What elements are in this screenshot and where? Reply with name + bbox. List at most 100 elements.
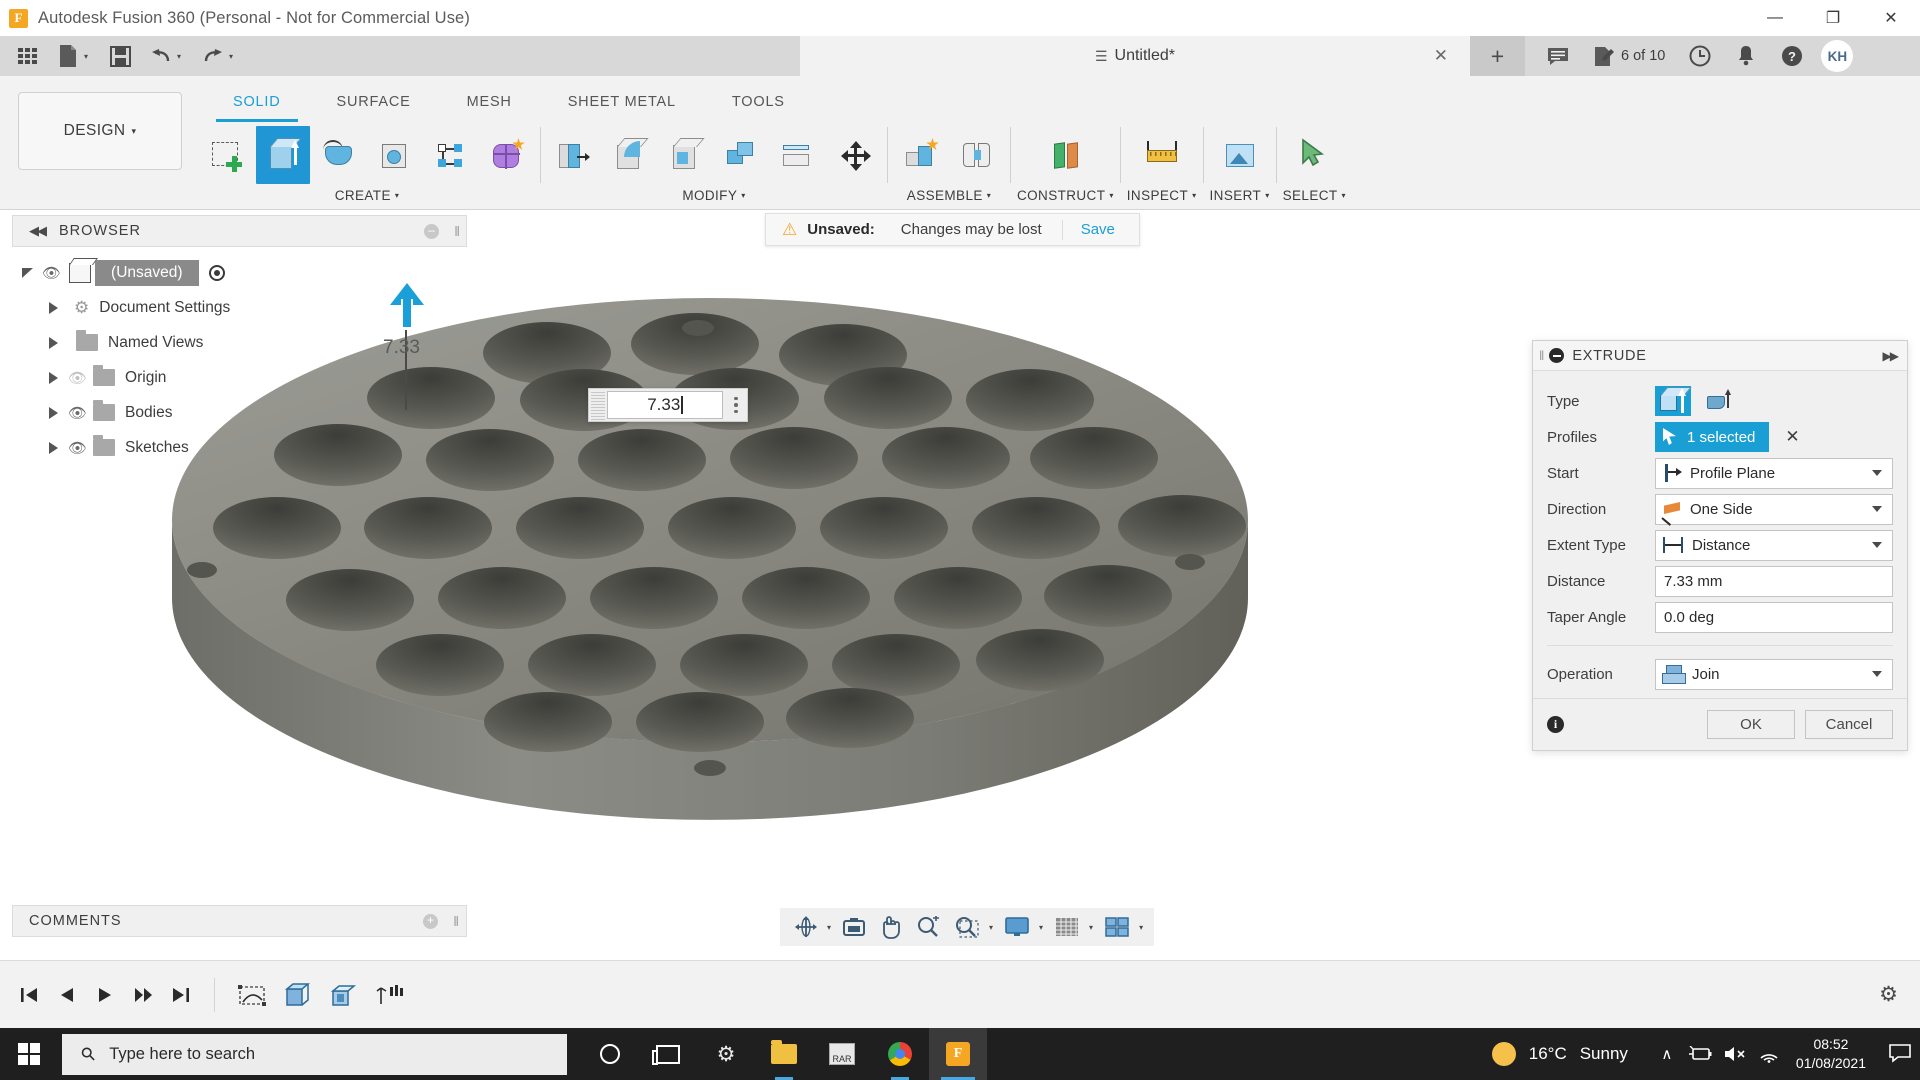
- chevron-down-icon[interactable]: ▾: [1192, 191, 1196, 200]
- construct-plane-icon[interactable]: [1038, 126, 1092, 184]
- fillet-icon[interactable]: [603, 126, 657, 184]
- display-settings-icon[interactable]: [998, 911, 1036, 943]
- chevron-down-icon[interactable]: [1872, 470, 1882, 476]
- create-form-icon[interactable]: [480, 126, 534, 184]
- timeline-feature-sketch[interactable]: [229, 973, 275, 1017]
- combine-icon[interactable]: [715, 126, 769, 184]
- taskbar-search-box[interactable]: ⚲ Type here to search: [62, 1033, 567, 1075]
- history-clock-icon[interactable]: [1677, 36, 1723, 76]
- visibility-eye-icon[interactable]: 👁: [68, 404, 87, 422]
- winrar-icon[interactable]: RAR: [813, 1028, 871, 1080]
- measure-icon[interactable]: [1135, 126, 1189, 184]
- new-file-icon[interactable]: [49, 40, 87, 72]
- fusion360-taskbar-icon[interactable]: F: [929, 1028, 987, 1080]
- taper-angle-input[interactable]: 0.0 deg: [1655, 601, 1893, 633]
- viewports-icon[interactable]: [1098, 911, 1136, 943]
- help-icon[interactable]: ?: [1769, 36, 1815, 76]
- tab-sheet-metal[interactable]: SHEET METAL: [540, 94, 704, 116]
- dialog-grip-icon[interactable]: ‖: [1539, 348, 1545, 363]
- tray-chevron-up-icon[interactable]: ∧: [1650, 1045, 1684, 1063]
- expand-toggle-icon[interactable]: [38, 406, 68, 419]
- chevron-down-icon[interactable]: ▾: [395, 191, 399, 200]
- chevron-down-icon[interactable]: ▾: [1039, 923, 1043, 932]
- tree-item-document-settings[interactable]: ⚙ Document Settings: [12, 290, 467, 325]
- chevron-down-icon[interactable]: [1872, 506, 1882, 512]
- undo-caret-icon[interactable]: ▾: [177, 52, 191, 61]
- timeline-settings-icon[interactable]: ⚙: [1879, 982, 1898, 1007]
- timeline-feature-extrude[interactable]: [275, 973, 321, 1017]
- chevron-down-icon[interactable]: ▾: [989, 923, 993, 932]
- direction-dropdown[interactable]: One Side: [1655, 493, 1893, 526]
- orbit-icon[interactable]: [788, 911, 824, 943]
- insert-canvas-icon[interactable]: [1213, 126, 1267, 184]
- tab-surface[interactable]: SURFACE: [309, 94, 439, 116]
- file-explorer-icon[interactable]: [755, 1028, 813, 1080]
- value-field[interactable]: 7.33: [607, 391, 723, 419]
- tab-mesh[interactable]: MESH: [439, 94, 540, 116]
- tree-item-sketches[interactable]: 👁 Sketches: [12, 430, 467, 465]
- thin-extrude-icon[interactable]: [1701, 386, 1737, 416]
- chevron-down-icon[interactable]: [1872, 542, 1882, 548]
- visibility-eye-icon[interactable]: 👁: [68, 439, 87, 457]
- move-copy-icon[interactable]: [827, 126, 881, 184]
- undo-icon[interactable]: [142, 40, 180, 72]
- maximize-button[interactable]: ❐: [1804, 0, 1862, 36]
- pan-icon[interactable]: [874, 911, 908, 943]
- drag-grip[interactable]: [591, 390, 605, 420]
- select-tool-icon[interactable]: [1287, 126, 1341, 184]
- windows-start-icon[interactable]: [0, 1028, 58, 1080]
- user-avatar[interactable]: KH: [1821, 40, 1854, 72]
- zoom-window-icon[interactable]: [948, 911, 986, 943]
- expand-toggle-icon[interactable]: [38, 301, 68, 314]
- chevron-down-icon[interactable]: ▾: [1265, 191, 1269, 200]
- expand-toggle-icon[interactable]: [38, 371, 68, 384]
- weather-widget[interactable]: 16°C Sunny: [1491, 1042, 1628, 1066]
- tree-item-origin[interactable]: 👁 Origin: [12, 360, 467, 395]
- app-grid-icon[interactable]: [8, 40, 46, 72]
- expand-toggle-icon[interactable]: [12, 267, 42, 278]
- chrome-icon[interactable]: [871, 1028, 929, 1080]
- tab-solid[interactable]: SOLID: [205, 94, 309, 116]
- start-dropdown[interactable]: Profile Plane: [1655, 457, 1893, 489]
- expand-toggle-icon[interactable]: [38, 441, 68, 454]
- tab-tools[interactable]: TOOLS: [704, 94, 813, 116]
- cancel-button[interactable]: Cancel: [1805, 710, 1893, 739]
- jump-start-icon[interactable]: [10, 973, 48, 1017]
- settings-icon[interactable]: ⚙: [697, 1028, 755, 1080]
- clear-selection-icon[interactable]: ✕: [1785, 427, 1799, 447]
- browser-minimize-icon[interactable]: –: [424, 223, 439, 239]
- chevron-down-icon[interactable]: ▾: [827, 923, 831, 932]
- grid-snap-icon[interactable]: [1048, 911, 1086, 943]
- step-forward-icon[interactable]: [124, 973, 162, 1017]
- comments-expand-icon[interactable]: +: [423, 913, 438, 929]
- document-tab[interactable]: ☰ Untitled* ✕: [800, 36, 1470, 76]
- step-back-icon[interactable]: [48, 973, 86, 1017]
- ok-button[interactable]: OK: [1707, 710, 1795, 739]
- collapse-icon[interactable]: ◀◀: [29, 223, 47, 239]
- notification-bell-icon[interactable]: [1723, 36, 1769, 76]
- chevron-down-icon[interactable]: ▾: [1342, 191, 1346, 200]
- battery-icon[interactable]: [1684, 1046, 1718, 1062]
- extrude-dialog-header[interactable]: ‖ EXTRUDE ▶▶: [1533, 341, 1907, 371]
- new-component-icon[interactable]: [894, 126, 948, 184]
- chevron-down-icon[interactable]: ▾: [1089, 923, 1093, 932]
- create-sketch-icon[interactable]: [200, 126, 254, 184]
- press-pull-icon[interactable]: [547, 126, 601, 184]
- info-icon[interactable]: i: [1547, 716, 1564, 733]
- activate-component-radio[interactable]: [208, 264, 225, 281]
- browser-grip-icon[interactable]: ‖: [454, 223, 460, 239]
- extrude-value-input[interactable]: 7.33: [588, 388, 748, 422]
- jump-end-icon[interactable]: [162, 973, 200, 1017]
- revolve-icon[interactable]: [312, 126, 366, 184]
- network-wifi-icon[interactable]: [1752, 1045, 1786, 1063]
- comments-panel[interactable]: COMMENTS + ‖: [12, 905, 467, 937]
- volume-muted-icon[interactable]: [1718, 1045, 1752, 1063]
- zoom-icon[interactable]: [910, 911, 946, 943]
- chevron-down-icon[interactable]: ▾: [1139, 923, 1143, 932]
- task-view-icon[interactable]: [639, 1028, 697, 1080]
- solid-extrude-icon[interactable]: [1655, 386, 1691, 416]
- cortana-icon[interactable]: [581, 1028, 639, 1080]
- visibility-eye-off-icon[interactable]: 👁: [68, 369, 87, 387]
- extrude-icon[interactable]: [256, 126, 310, 184]
- look-at-icon[interactable]: [836, 911, 872, 943]
